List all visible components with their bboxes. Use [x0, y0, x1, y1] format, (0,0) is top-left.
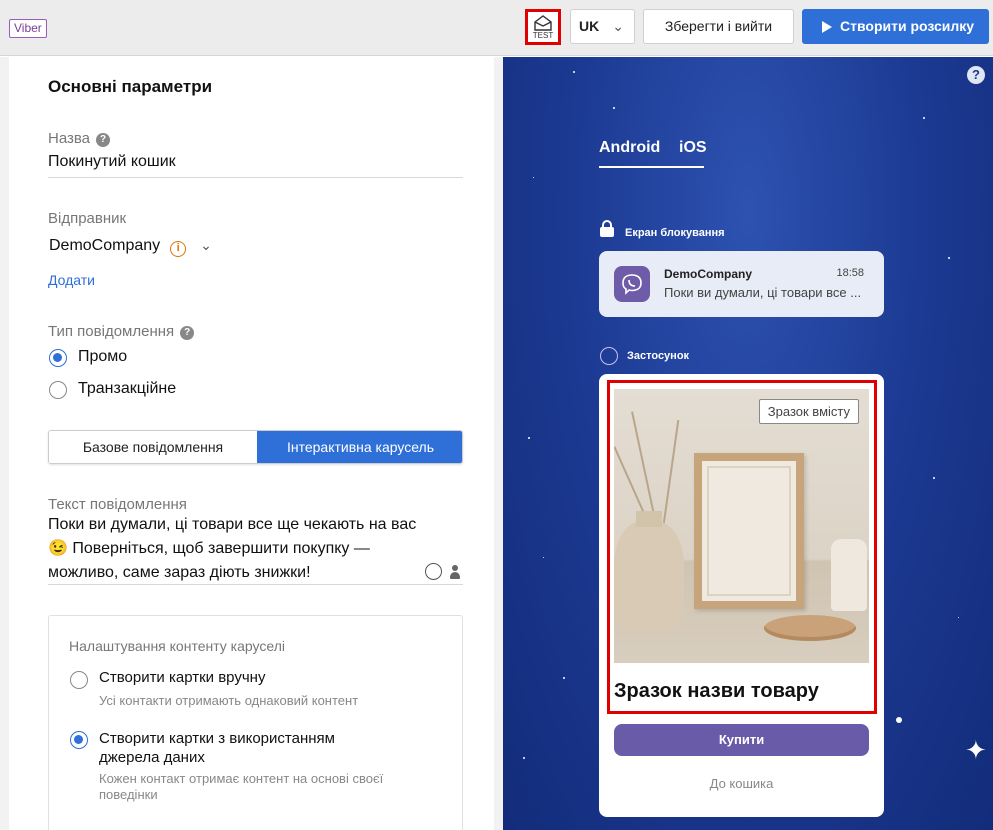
product-title: Зразок назви товару — [614, 680, 819, 702]
sender-value: DemoCompany — [49, 237, 161, 254]
star — [523, 757, 525, 759]
tab-android[interactable]: Android — [599, 139, 660, 157]
star — [543, 557, 544, 558]
radio-transactional[interactable] — [49, 381, 67, 399]
viber-icon — [600, 347, 618, 365]
message-textarea[interactable]: Поки ви думали, ці товари все ще чекають… — [48, 513, 423, 585]
radio-promo[interactable] — [49, 349, 67, 367]
radio-promo-label: Промо — [78, 348, 128, 365]
info-icon[interactable]: i — [170, 241, 187, 257]
star — [948, 257, 950, 259]
buy-button[interactable]: Купити — [614, 724, 869, 756]
envelope-icon — [534, 15, 552, 31]
sender-select[interactable]: DemoCompany i ⌄ — [49, 237, 212, 257]
lock-screen-label: Екран блокування — [625, 227, 725, 239]
sender-label: Відправник — [48, 210, 127, 227]
manual-cards-description: Усі контакти отримають однаковий контент — [99, 693, 359, 708]
radio-manual-cards-label: Створити картки вручну — [99, 669, 266, 686]
create-campaign-button[interactable]: Створити розсилку — [802, 9, 989, 44]
radio-transactional-label: Транзакційне — [78, 380, 177, 397]
text-divider — [48, 584, 463, 585]
vase — [614, 511, 684, 631]
add-to-cart-link[interactable]: До кошика — [614, 776, 869, 791]
wooden-tray — [764, 615, 856, 641]
star — [613, 107, 615, 109]
save-and-exit-button[interactable]: Зберегти і вийти — [643, 9, 794, 44]
lock-screen-notification: DemoCompany 18:58 Поки ви думали, ці тов… — [599, 251, 884, 317]
notification-sender: DemoCompany — [664, 267, 753, 281]
notification-text: Поки ви думали, ці товари все ... — [664, 285, 862, 300]
tab-basic-message[interactable]: Базове повідомлення — [49, 431, 257, 463]
tab-interactive-carousel[interactable]: Інтерактивна карусель — [257, 431, 462, 463]
name-divider — [48, 177, 463, 178]
dried-stem — [662, 419, 680, 530]
star — [958, 617, 959, 618]
sparkle-icon: ✦ — [965, 735, 987, 765]
name-label: Назва — [48, 130, 91, 147]
create-campaign-label: Створити розсилку — [840, 18, 975, 34]
star — [573, 71, 575, 73]
language-value: UK — [579, 18, 600, 34]
add-sender-link[interactable]: Додати — [48, 272, 95, 288]
section-title: Основні параметри — [48, 77, 213, 96]
tab-underline — [599, 166, 704, 168]
message-format-toggle: Базове повідомлення Інтерактивна карусел… — [48, 430, 463, 464]
text-label: Текст повідомлення — [48, 496, 187, 513]
name-input[interactable]: Покинутий кошик — [48, 153, 176, 171]
help-icon[interactable]: ? — [967, 66, 985, 84]
radio-datasource-cards-label: Створити картки з використанням джерела … — [99, 730, 335, 766]
emoji-icon[interactable] — [425, 563, 442, 580]
candle — [831, 539, 867, 611]
app-message-card: Зразок вмісту Зразок назви товару Купити… — [599, 374, 884, 817]
chevron-down-icon: ⌄ — [612, 18, 624, 34]
picture-frame — [694, 453, 804, 609]
language-select[interactable]: UK ⌄ — [570, 9, 635, 44]
star — [933, 477, 935, 479]
radio-manual-cards[interactable] — [70, 671, 88, 689]
datasource-cards-description: Кожен контакт отримає контент на основі … — [99, 771, 384, 802]
lock-icon — [600, 220, 614, 237]
name-label-row: Назва? — [48, 130, 111, 147]
sample-content-tag: Зразок вмісту — [758, 399, 859, 424]
product-image: Зразок вмісту — [614, 389, 869, 663]
msg-type-label: Тип повідомлення — [48, 323, 175, 340]
star — [533, 177, 534, 178]
tab-ios[interactable]: iOS — [679, 139, 707, 157]
star — [528, 437, 530, 439]
notification-time: 18:58 — [836, 267, 864, 279]
app-label: Застосунок — [627, 350, 690, 362]
top-bar: Viber TEST UK ⌄ Зберегти і вийти Створит… — [0, 0, 993, 56]
carousel-settings: Налаштування контенту каруселі Створити … — [48, 615, 463, 830]
help-icon[interactable]: ? — [96, 133, 111, 147]
star — [563, 677, 565, 679]
viber-icon — [614, 266, 650, 302]
help-icon[interactable]: ? — [180, 326, 195, 340]
test-send-button[interactable]: TEST — [525, 9, 561, 45]
carousel-title: Налаштування контенту каруселі — [69, 638, 285, 654]
message-preview: ✦ ? Android iOS Екран блокування DemoCom… — [503, 57, 993, 830]
test-label: TEST — [532, 31, 554, 40]
radio-datasource-cards[interactable] — [70, 731, 88, 749]
personalize-icon[interactable] — [450, 565, 460, 579]
channel-badge: Viber — [9, 19, 47, 38]
star — [923, 117, 925, 119]
settings-form: Основні параметри Назва? Покинутий кошик… — [9, 57, 494, 830]
settings-panel: Основні параметри Назва? Покинутий кошик… — [0, 57, 503, 830]
play-icon — [822, 21, 832, 33]
chevron-down-icon: ⌄ — [200, 237, 212, 253]
star — [896, 717, 902, 723]
msg-type-label-row: Тип повідомлення? — [48, 323, 195, 340]
